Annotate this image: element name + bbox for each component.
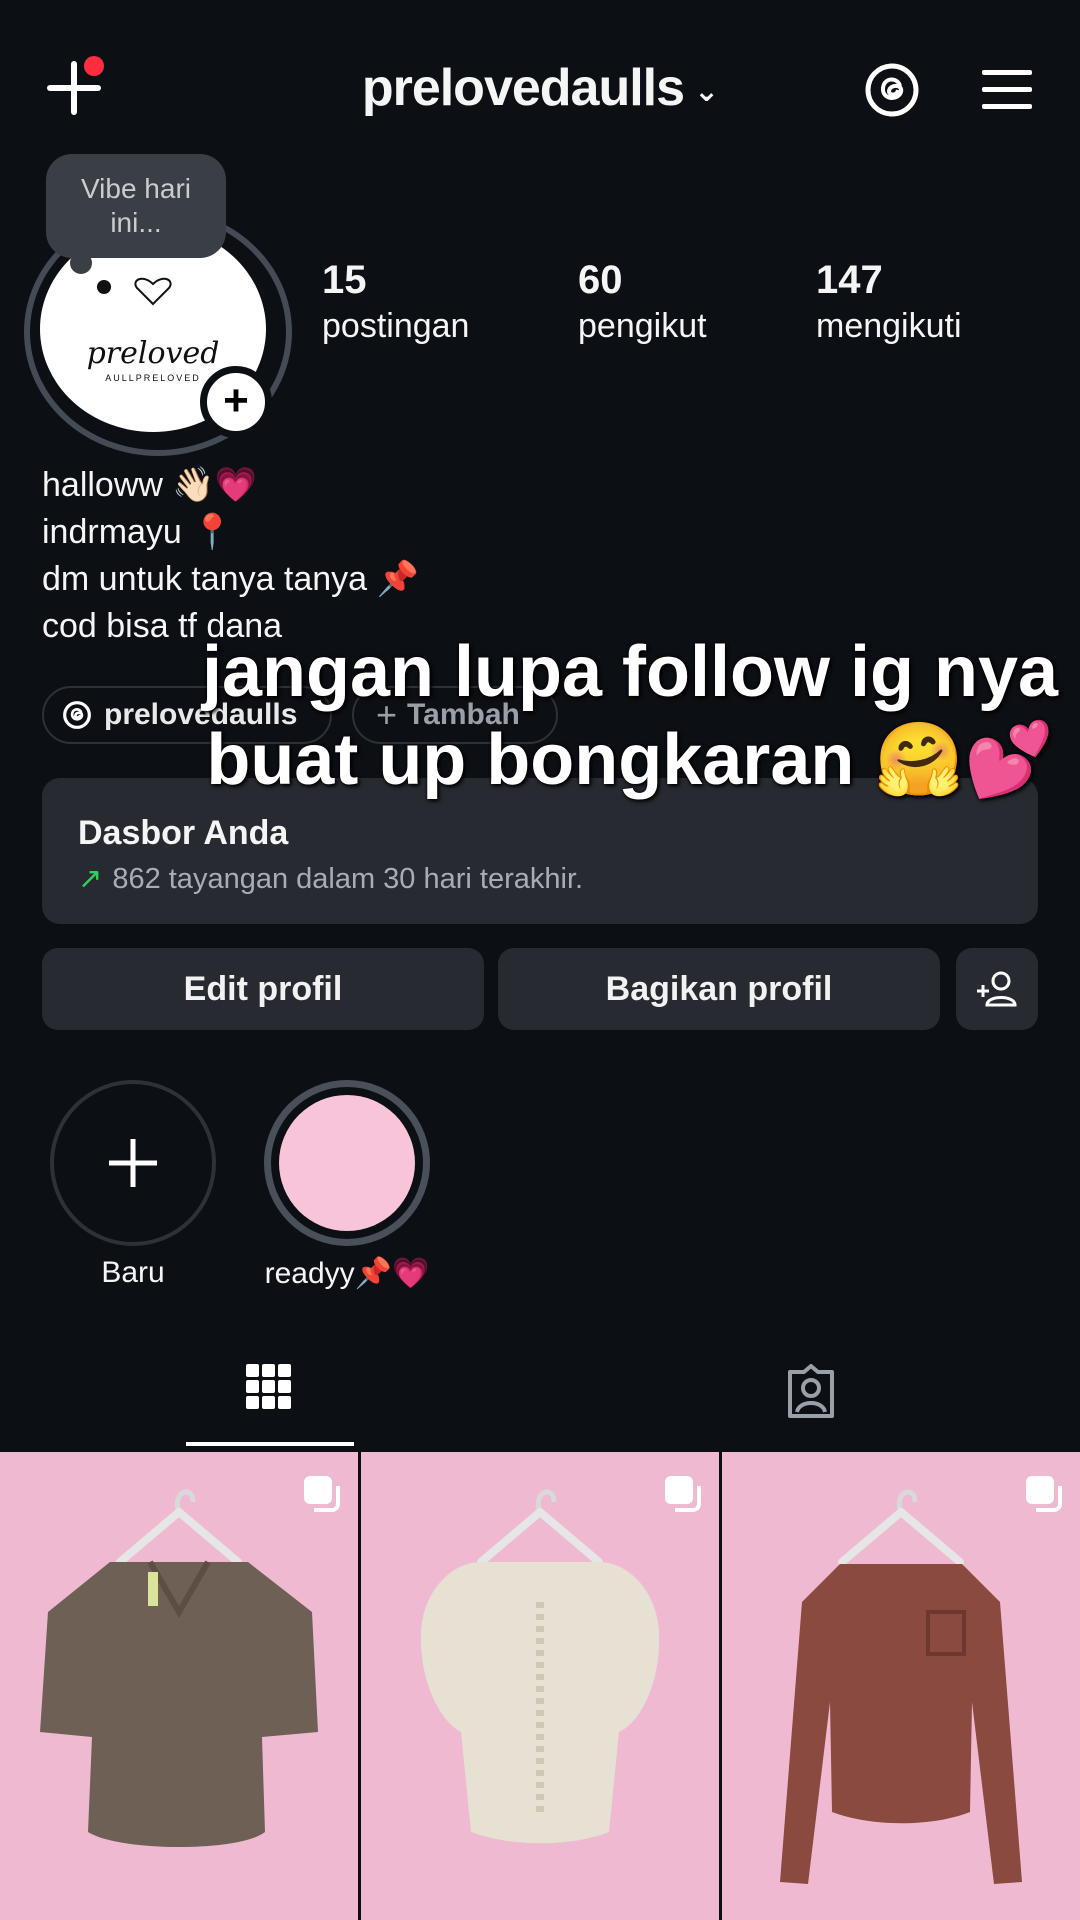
stat-posts[interactable]: 15 postingan [322,258,469,346]
post-thumbnail[interactable] [361,1452,719,1920]
bio-line: halloww 👋🏻💗 [42,466,258,504]
stat-following[interactable]: 147 mengikuti [816,258,962,346]
brown-collared-top-icon [40,1489,318,1847]
bio-line: indrmayu 📍 [42,513,234,551]
overlay-caption: jangan lupa follow ig nya buat up bongka… [190,628,1070,804]
avatar-logo-text: preloved [86,335,220,371]
post-thumbnail[interactable] [722,1452,1080,1920]
bio: halloww 👋🏻💗 indrmayu 📍 dm untuk tanya ta… [42,462,419,650]
note-bubble-tail [70,252,92,274]
new-highlight-button[interactable] [50,1080,216,1246]
grid-icon [246,1364,291,1409]
note-text: Vibe hari ini... [80,173,191,238]
note-bubble-dot [97,280,111,294]
post-thumbnail[interactable] [0,1452,358,1920]
dashboard-title: Dasbor Anda [78,814,289,852]
tab-posts-grid[interactable] [244,1362,294,1412]
stat-value: 15 [322,258,367,302]
highlight-cover [279,1095,415,1231]
stat-value: 147 [816,258,883,302]
add-story-plus-icon[interactable]: + [200,366,272,438]
share-profile-label: Bagikan profil [605,969,833,1008]
hanger-heart-icon [134,277,172,305]
avatar-logo-subtext: AULLPRELOVED [105,372,201,383]
add-person-icon [977,971,1017,1007]
cream-puff-sleeve-blouse-icon [420,1489,660,1844]
threads-icon[interactable] [864,62,920,118]
stat-value: 60 [578,258,623,302]
tagged-icon [788,1364,834,1418]
bio-line: dm untuk tanya tanya 📌 [42,560,419,598]
stat-followers[interactable]: 60 pengikut [578,258,707,346]
note-bubble[interactable]: Vibe hari ini... [46,154,226,258]
hamburger-menu-icon[interactable] [980,66,1034,114]
edit-profile-label: Edit profil [183,969,343,1008]
overlay-caption-line: buat up bongkaran 🤗💕 [206,720,1054,800]
stat-label: pengikut [578,307,707,345]
overlay-caption-line: jangan lupa follow ig nya [201,632,1059,712]
tab-tagged[interactable] [782,1362,840,1420]
highlight-label: readyy📌💗 [264,1257,430,1290]
chevron-down-icon: ⌄ [694,74,719,108]
discover-people-button[interactable] [956,948,1038,1030]
highlight-label: Baru [101,1256,165,1289]
highlight-readyy[interactable] [264,1080,430,1246]
stat-label: postingan [322,307,470,345]
active-tab-indicator [186,1442,354,1446]
threads-icon [63,701,91,729]
dashboard-subtitle: 862 tayangan dalam 30 hari terakhir. [112,863,584,895]
username-text: prelovedaulls [361,59,685,117]
trend-up-arrow-icon: ↗ [78,863,103,895]
edit-profile-button[interactable]: Edit profil [42,948,484,1030]
share-profile-button[interactable]: Bagikan profil [498,948,940,1030]
plus-icon [109,1139,157,1187]
rust-long-sleeve-top-icon [780,1489,1022,1884]
stat-label: mengikuti [816,307,962,345]
